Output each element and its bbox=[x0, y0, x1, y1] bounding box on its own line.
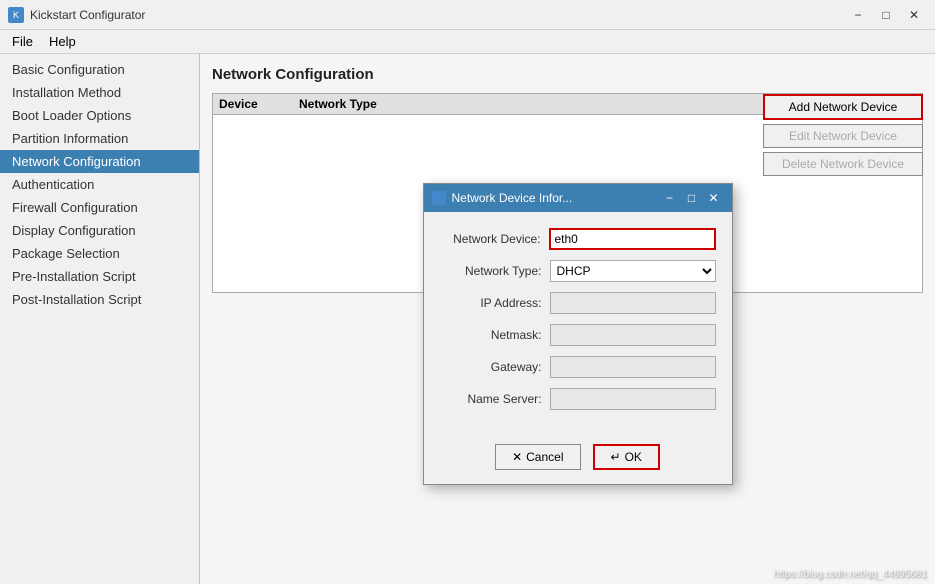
sidebar-item-7[interactable]: Display Configuration bbox=[0, 219, 199, 242]
right-buttons: Add Network Device Edit Network Device D… bbox=[763, 94, 923, 176]
name-server-input[interactable] bbox=[550, 388, 716, 410]
section-title: Network Configuration bbox=[212, 66, 923, 83]
gateway-input[interactable] bbox=[550, 356, 716, 378]
sidebar-item-0[interactable]: Basic Configuration bbox=[0, 58, 199, 81]
main-container: Basic ConfigurationInstallation MethodBo… bbox=[0, 54, 935, 584]
network-device-label: Network Device: bbox=[440, 232, 549, 246]
ip-address-row: IP Address: bbox=[440, 292, 716, 314]
netmask-row: Netmask: bbox=[440, 324, 716, 346]
menu-file[interactable]: File bbox=[4, 32, 41, 51]
dialog-footer: ✕ Cancel ↵ OK bbox=[424, 436, 732, 484]
netmask-input[interactable] bbox=[550, 324, 716, 346]
col-device-header: Device bbox=[219, 97, 299, 111]
watermark: https://blog.csdn.net/qq_44895681 bbox=[774, 569, 927, 580]
network-device-row: Network Device: bbox=[440, 228, 716, 250]
netmask-label: Netmask: bbox=[440, 328, 550, 342]
sidebar-item-4[interactable]: Network Configuration bbox=[0, 150, 199, 173]
network-device-input[interactable] bbox=[549, 228, 716, 250]
sidebar-item-8[interactable]: Package Selection bbox=[0, 242, 199, 265]
dialog-title-bar: Network Device Infor... − □ ✕ bbox=[424, 184, 732, 212]
cancel-button[interactable]: ✕ Cancel bbox=[495, 444, 580, 470]
title-bar: K Kickstart Configurator − □ ✕ bbox=[0, 0, 935, 30]
dialog-minimize-button[interactable]: − bbox=[660, 189, 680, 207]
menu-bar: File Help bbox=[0, 30, 935, 54]
network-type-label: Network Type: bbox=[440, 264, 550, 278]
title-bar-controls: − □ ✕ bbox=[845, 5, 927, 25]
dialog-close-button[interactable]: ✕ bbox=[704, 189, 724, 207]
sidebar-item-1[interactable]: Installation Method bbox=[0, 81, 199, 104]
sidebar-item-2[interactable]: Boot Loader Options bbox=[0, 104, 199, 127]
app-icon: K bbox=[8, 7, 24, 23]
sidebar-item-5[interactable]: Authentication bbox=[0, 173, 199, 196]
name-server-row: Name Server: bbox=[440, 388, 716, 410]
sidebar: Basic ConfigurationInstallation MethodBo… bbox=[0, 54, 200, 584]
network-type-select-wrap: DHCP Static BOOTP bbox=[550, 260, 716, 282]
sidebar-item-10[interactable]: Post-Installation Script bbox=[0, 288, 199, 311]
maximize-button[interactable]: □ bbox=[873, 5, 899, 25]
edit-network-device-button[interactable]: Edit Network Device bbox=[763, 124, 923, 148]
dialog-controls: − □ ✕ bbox=[660, 189, 724, 207]
menu-help[interactable]: Help bbox=[41, 32, 84, 51]
dialog-title: Network Device Infor... bbox=[452, 191, 660, 205]
cancel-icon: ✕ bbox=[512, 450, 522, 464]
network-device-dialog: Network Device Infor... − □ ✕ Network De… bbox=[423, 183, 733, 485]
ok-button[interactable]: ↵ OK bbox=[593, 444, 660, 470]
dialog-icon bbox=[432, 191, 446, 205]
sidebar-item-9[interactable]: Pre-Installation Script bbox=[0, 265, 199, 288]
gateway-label: Gateway: bbox=[440, 360, 550, 374]
app-title: Kickstart Configurator bbox=[30, 8, 845, 22]
cancel-label: Cancel bbox=[526, 450, 563, 464]
content-area: Network Configuration Device Network Typ… bbox=[200, 54, 935, 584]
add-network-device-button[interactable]: Add Network Device bbox=[763, 94, 923, 120]
gateway-row: Gateway: bbox=[440, 356, 716, 378]
minimize-button[interactable]: − bbox=[845, 5, 871, 25]
close-button[interactable]: ✕ bbox=[901, 5, 927, 25]
ok-icon: ↵ bbox=[611, 450, 621, 464]
name-server-label: Name Server: bbox=[440, 392, 550, 406]
dialog-maximize-button[interactable]: □ bbox=[682, 189, 702, 207]
ok-label: OK bbox=[625, 450, 642, 464]
network-type-select[interactable]: DHCP Static BOOTP bbox=[550, 260, 716, 282]
sidebar-item-3[interactable]: Partition Information bbox=[0, 127, 199, 150]
network-type-row: Network Type: DHCP Static BOOTP bbox=[440, 260, 716, 282]
dialog-body: Network Device: Network Type: DHCP Stati… bbox=[424, 212, 732, 436]
ip-address-input[interactable] bbox=[550, 292, 716, 314]
sidebar-item-6[interactable]: Firewall Configuration bbox=[0, 196, 199, 219]
ip-address-label: IP Address: bbox=[440, 296, 550, 310]
delete-network-device-button[interactable]: Delete Network Device bbox=[763, 152, 923, 176]
